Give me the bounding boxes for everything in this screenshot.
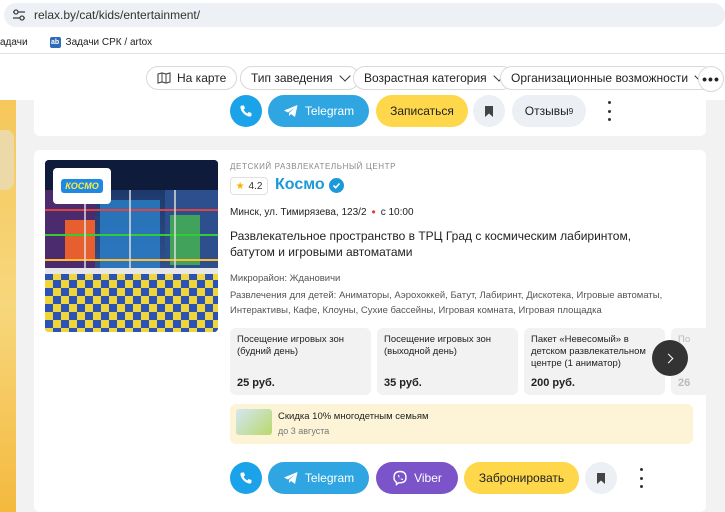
reviews-count: 9 (568, 106, 574, 116)
filter-bar: На карте Тип заведения Возрастная катего… (0, 54, 725, 100)
bookmark-button[interactable] (473, 95, 505, 127)
open-status-icon: • (371, 205, 376, 219)
telegram-icon (283, 472, 298, 484)
phone-button[interactable] (230, 95, 262, 127)
site-settings-icon[interactable] (12, 8, 26, 22)
venue-activities: Развлечения для детей: Аниматоры, Аэрохо… (230, 290, 663, 316)
venue-address-line: Минск, ул. Тимирязева, 123/2 • с 10:00 (230, 205, 414, 219)
listing-card-previous: Telegram Записаться Отзывы 9 (34, 95, 706, 136)
browser-address-bar: relax.by/cat/kids/entertainment/ (0, 0, 725, 32)
price-card[interactable]: Посещение игровых зон (будний день) 25 р… (230, 328, 371, 395)
chevron-down-icon (339, 70, 351, 82)
viber-label: Viber (414, 471, 442, 485)
venue-title[interactable]: Космо (275, 176, 325, 194)
bookmark-item[interactable]: ab Задачи СРК / artox (49, 37, 153, 48)
url-text: relax.by/cat/kids/entertainment/ (34, 8, 201, 22)
venue-hours: с 10:00 (380, 206, 414, 218)
price-value: 25 руб. (237, 377, 275, 389)
price-value: 200 руб. (531, 377, 575, 389)
price-card[interactable]: Пакет «Невесомый» в детском развлекатель… (524, 328, 665, 395)
bookmark-icon (485, 105, 493, 117)
filter-age-category[interactable]: Возрастная категория (353, 66, 514, 90)
bookmark-label: Задачи СРК / artox (65, 37, 153, 48)
telegram-label: Telegram (304, 104, 355, 118)
map-button-label: На карте (177, 71, 227, 85)
more-filters-button[interactable]: ••• (698, 66, 724, 92)
bookmark-favicon-icon: ab (49, 37, 61, 48)
filter-label: Организационные возможности (511, 71, 689, 85)
map-icon (157, 72, 171, 84)
listing-card: КОСМО ДЕТСКИЙ РАЗВЛЕКАТЕЛЬНЫЙ ЦЕНТР ★ 4.… (34, 150, 706, 512)
phone-icon (240, 472, 252, 484)
promo-date: до 3 августа (278, 426, 330, 436)
price-name: Посещение игровых зон (выходной день) (384, 334, 491, 357)
side-banner-shape (0, 130, 14, 190)
promo-title: Скидка 10% многодетным семьям (278, 411, 429, 422)
promo-banner[interactable]: Скидка 10% многодетным семьям до 3 авгус… (230, 404, 693, 444)
more-options-icon[interactable] (605, 101, 613, 121)
price-name: Пакет «Невесомый» в детском развлекатель… (531, 334, 646, 369)
chevron-right-icon (663, 353, 674, 363)
filter-organization[interactable]: Организационные возможности (500, 66, 716, 90)
book-label: Забронировать (478, 471, 565, 485)
signup-label: Записаться (390, 104, 454, 118)
filter-label: Возрастная категория (364, 71, 487, 85)
venue-photo[interactable]: КОСМО (45, 160, 218, 332)
venue-category: ДЕТСКИЙ РАЗВЛЕКАТЕЛЬНЫЙ ЦЕНТР (230, 162, 397, 171)
bookmarks-bar: адачи ab Задачи СРК / artox (0, 32, 725, 54)
filter-label: Тип заведения (251, 71, 333, 85)
price-card[interactable]: Посещение игровых зон (выходной день) 35… (377, 328, 518, 395)
verified-icon (329, 178, 344, 193)
promo-image (236, 409, 272, 435)
telegram-label: Telegram (304, 471, 355, 485)
viber-button[interactable]: Viber (376, 462, 458, 494)
star-icon: ★ (235, 180, 245, 192)
telegram-button[interactable]: Telegram (268, 95, 369, 127)
phone-button[interactable] (230, 462, 262, 494)
rating-badge: ★ 4.2 (230, 177, 268, 195)
bookmark-item[interactable]: адачи (0, 37, 28, 48)
venue-address: Минск, ул. Тимирязева, 123/2 (230, 206, 367, 218)
carousel-next-button[interactable] (652, 340, 688, 376)
venue-logo: КОСМО (53, 168, 111, 204)
bookmark-icon (597, 472, 605, 484)
side-banner (0, 100, 16, 512)
viber-icon (393, 470, 407, 486)
reviews-label: Отзывы (524, 104, 569, 118)
rating-value: 4.2 (248, 180, 263, 192)
bookmark-label: адачи (0, 37, 28, 48)
filter-venue-type[interactable]: Тип заведения (240, 66, 360, 90)
reviews-button[interactable]: Отзывы 9 (512, 95, 586, 127)
book-button[interactable]: Забронировать (464, 462, 579, 494)
url-field[interactable]: relax.by/cat/kids/entertainment/ (4, 3, 725, 27)
price-name: Посещение игровых зон (будний день) (237, 334, 344, 357)
price-value: 26 (678, 377, 691, 389)
price-value: 35 руб. (384, 377, 422, 389)
signup-button[interactable]: Записаться (376, 95, 468, 127)
venue-district: Микрорайон: Ждановичи (230, 273, 341, 284)
telegram-button[interactable]: Telegram (268, 462, 369, 494)
telegram-icon (283, 105, 298, 117)
more-options-icon[interactable] (637, 468, 645, 488)
venue-logo-text: КОСМО (61, 179, 103, 193)
bookmark-button[interactable] (585, 462, 617, 494)
venue-description: Развлекательное пространство в ТРЦ Град … (230, 229, 632, 259)
page-content: На карте Тип заведения Возрастная катего… (0, 54, 725, 512)
phone-icon (240, 105, 252, 117)
map-button[interactable]: На карте (146, 66, 238, 90)
